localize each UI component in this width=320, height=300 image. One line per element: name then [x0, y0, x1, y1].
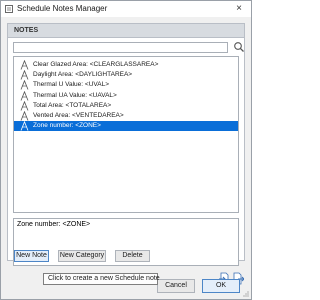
new-note-tooltip: Click to create a new Schedule note — [43, 273, 160, 285]
note-list-item[interactable]: Thermal UA Value: <UAVAL> — [14, 90, 238, 101]
note-a-icon — [20, 80, 29, 91]
note-label: Thermal U Value: <UVAL> — [33, 81, 109, 89]
close-button[interactable]: × — [233, 3, 245, 15]
delete-button[interactable]: Delete — [115, 250, 150, 262]
ok-button[interactable]: OK — [202, 279, 240, 293]
notes-header-label: NOTES — [14, 27, 39, 34]
note-list-item[interactable]: Clear Glazed Area: <CLEARGLASSAREA> — [14, 60, 238, 70]
resize-grip-icon[interactable] — [243, 291, 249, 297]
note-a-icon — [20, 70, 29, 80]
schedule-notes-manager-window: Schedule Notes Manager × NOTES Clear Gla… — [0, 0, 252, 300]
note-a-icon — [20, 90, 29, 101]
notes-panel: NOTES Clear Glazed Area: <CLEARGLASSAREA… — [7, 23, 245, 285]
note-list-item[interactable]: Zone number: <ZONE> — [14, 121, 238, 132]
note-label: Clear Glazed Area: <CLEARGLASSAREA> — [33, 61, 159, 68]
note-a-icon — [20, 121, 29, 131]
title-bar: Schedule Notes Manager × — [1, 1, 251, 17]
cancel-button[interactable]: Cancel — [157, 279, 195, 293]
note-label: Zone number: <ZONE> — [33, 122, 101, 130]
note-label: Total Area: <TOTALAREA> — [33, 101, 112, 109]
new-note-button[interactable]: New Note — [14, 250, 49, 262]
note-label: Daylight Area: <DAYLIGHTAREA> — [33, 71, 133, 79]
note-a-icon — [20, 111, 29, 121]
window-title: Schedule Notes Manager — [17, 4, 108, 13]
note-label: Thermal UA Value: <UAVAL> — [33, 91, 117, 99]
note-label: Vented Area: <VENTEDAREA> — [33, 112, 124, 119]
notes-panel-header: NOTES — [8, 24, 244, 38]
search-input[interactable] — [13, 42, 228, 53]
note-a-icon — [20, 60, 29, 70]
notes-list[interactable]: Clear Glazed Area: <CLEARGLASSAREA> Dayli… — [13, 56, 239, 213]
app-icon — [5, 5, 13, 13]
note-list-item[interactable]: Total Area: <TOTALAREA> — [14, 100, 238, 111]
note-list-item[interactable]: Thermal U Value: <UVAL> — [14, 80, 238, 91]
note-a-icon — [20, 100, 29, 111]
search-icon[interactable] — [233, 41, 245, 53]
new-category-button[interactable]: New Category — [58, 250, 106, 262]
note-list-item[interactable]: Vented Area: <VENTEDAREA> — [14, 111, 238, 121]
note-list-item[interactable]: Daylight Area: <DAYLIGHTAREA> — [14, 70, 238, 80]
